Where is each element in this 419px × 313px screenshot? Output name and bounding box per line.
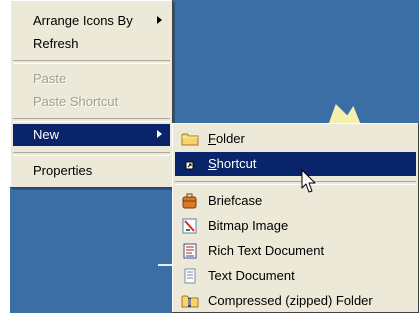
shortcut-label: Shortcut [208, 156, 257, 171]
menu-item-paste-shortcut: Paste Shortcut [13, 91, 170, 113]
new-submenu: Folder Shortcut Briefcase Bitmap Image R [172, 123, 419, 313]
menu-item-arrange-icons-by[interactable]: Arrange Icons By [13, 10, 170, 32]
menu-separator [13, 60, 170, 64]
menu-item-new[interactable]: New [13, 124, 170, 146]
menu-separator [175, 181, 416, 185]
submenu-item-compressed-folder[interactable]: Compressed (zipped) Folder [175, 289, 416, 313]
submenu-arrow-icon [157, 16, 162, 24]
submenu-arrow-icon [157, 130, 162, 138]
submenu-item-rich-text-document[interactable]: Rich Text Document [175, 239, 416, 263]
menu-item-label: Paste [33, 71, 67, 86]
menu-item-paste: Paste [13, 68, 170, 90]
rich-text-document-label: Rich Text Document [208, 243, 325, 258]
folder-label: Folder [208, 131, 245, 146]
mouse-pointer-icon [301, 169, 316, 193]
rich-text-document-icon [183, 243, 197, 259]
bitmap-image-icon [182, 218, 197, 234]
shortcut-icon [185, 161, 194, 170]
text-document-icon [184, 268, 196, 284]
menu-separator [13, 118, 170, 122]
menu-item-refresh[interactable]: Refresh [13, 33, 170, 55]
desktop-context-menu: Arrange Icons By Refresh Paste Paste Sho… [10, 0, 173, 188]
menu-separator [13, 152, 170, 156]
bitmap-image-label: Bitmap Image [208, 218, 289, 233]
submenu-item-shortcut[interactable]: Shortcut [175, 152, 416, 176]
menu-item-label: Refresh [33, 36, 79, 51]
submenu-item-bitmap-image[interactable]: Bitmap Image [175, 214, 416, 238]
menu-item-label: New [33, 127, 60, 142]
folder-icon [181, 133, 199, 146]
text-document-label: Text Document [208, 268, 295, 283]
menu-item-label: Properties [33, 163, 93, 178]
menu-item-properties[interactable]: Properties [13, 160, 170, 182]
zipped-folder-icon [181, 295, 199, 308]
menu-item-label: Paste Shortcut [33, 94, 119, 109]
briefcase-label: Briefcase [208, 193, 263, 208]
submenu-item-briefcase[interactable]: Briefcase [175, 189, 416, 213]
submenu-item-text-document[interactable]: Text Document [175, 264, 416, 288]
compressed-folder-label: Compressed (zipped) Folder [208, 293, 373, 308]
submenu-item-folder[interactable]: Folder [175, 127, 416, 151]
menu-item-label: Arrange Icons By [33, 13, 133, 28]
briefcase-icon [182, 193, 197, 209]
